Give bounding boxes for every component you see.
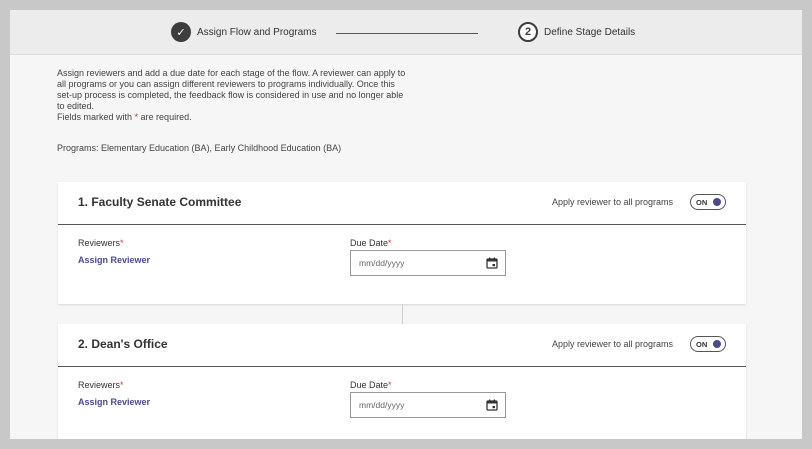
step-assign-flow[interactable]: ✓ Assign Flow and Programs xyxy=(171,22,317,42)
stepper: ✓ Assign Flow and Programs 2 Define Stag… xyxy=(10,10,802,55)
stage-card-2: 2. Dean's Office Apply reviewer to all p… xyxy=(58,324,746,439)
apply-all-label: Apply reviewer to all programs xyxy=(552,339,674,349)
step-label: Define Stage Details xyxy=(544,26,636,38)
stage-title: 2. Dean's Office xyxy=(78,337,168,351)
apply-all-label: Apply reviewer to all programs xyxy=(552,197,674,207)
step-connector xyxy=(336,33,478,34)
stage-header: 1. Faculty Senate Committee Apply review… xyxy=(58,182,746,225)
intro-line: Assign reviewers and add a due date for … xyxy=(57,68,406,78)
intro-text: Assign reviewers and add a due date for … xyxy=(57,68,457,123)
reviewers-label: Reviewers* xyxy=(78,238,124,248)
stage-card-1: 1. Faculty Senate Committee Apply review… xyxy=(58,182,746,304)
required-note: Fields marked with * are required. xyxy=(57,112,192,122)
due-date-field[interactable] xyxy=(350,392,506,418)
step-define-stage[interactable]: 2 Define Stage Details xyxy=(518,22,635,42)
apply-all-toggle[interactable]: ON xyxy=(690,194,726,210)
apply-all-toggle[interactable]: ON xyxy=(690,336,726,352)
programs-line: Programs: Elementary Education (BA), Ear… xyxy=(57,143,342,153)
step-number: 2 xyxy=(518,22,538,42)
due-date-label: Due Date* xyxy=(350,238,392,248)
due-date-field[interactable] xyxy=(350,250,506,276)
toggle-knob xyxy=(713,198,721,206)
due-date-input[interactable] xyxy=(357,399,481,411)
step-label: Assign Flow and Programs xyxy=(197,26,317,38)
intro-line: all programs or you can assign different… xyxy=(57,79,395,89)
intro-line: set-up process is completed, the feedbac… xyxy=(57,90,404,100)
calendar-icon[interactable] xyxy=(486,257,498,269)
reviewers-label: Reviewers* xyxy=(78,380,124,390)
toggle-state: ON xyxy=(696,339,708,349)
page-frame: ✓ Assign Flow and Programs 2 Define Stag… xyxy=(10,10,802,439)
assign-reviewer-link[interactable]: Assign Reviewer xyxy=(78,397,150,407)
toggle-knob xyxy=(713,340,721,348)
stage-connector xyxy=(402,304,403,324)
toggle-state: ON xyxy=(696,197,708,207)
due-date-label: Due Date* xyxy=(350,380,392,390)
intro-line: to edited. xyxy=(57,101,95,111)
calendar-icon[interactable] xyxy=(486,399,498,411)
checkmark-icon: ✓ xyxy=(171,22,191,42)
stage-title: 1. Faculty Senate Committee xyxy=(78,195,242,209)
assign-reviewer-link[interactable]: Assign Reviewer xyxy=(78,255,150,265)
stage-header: 2. Dean's Office Apply reviewer to all p… xyxy=(58,324,746,367)
due-date-input[interactable] xyxy=(357,257,481,269)
